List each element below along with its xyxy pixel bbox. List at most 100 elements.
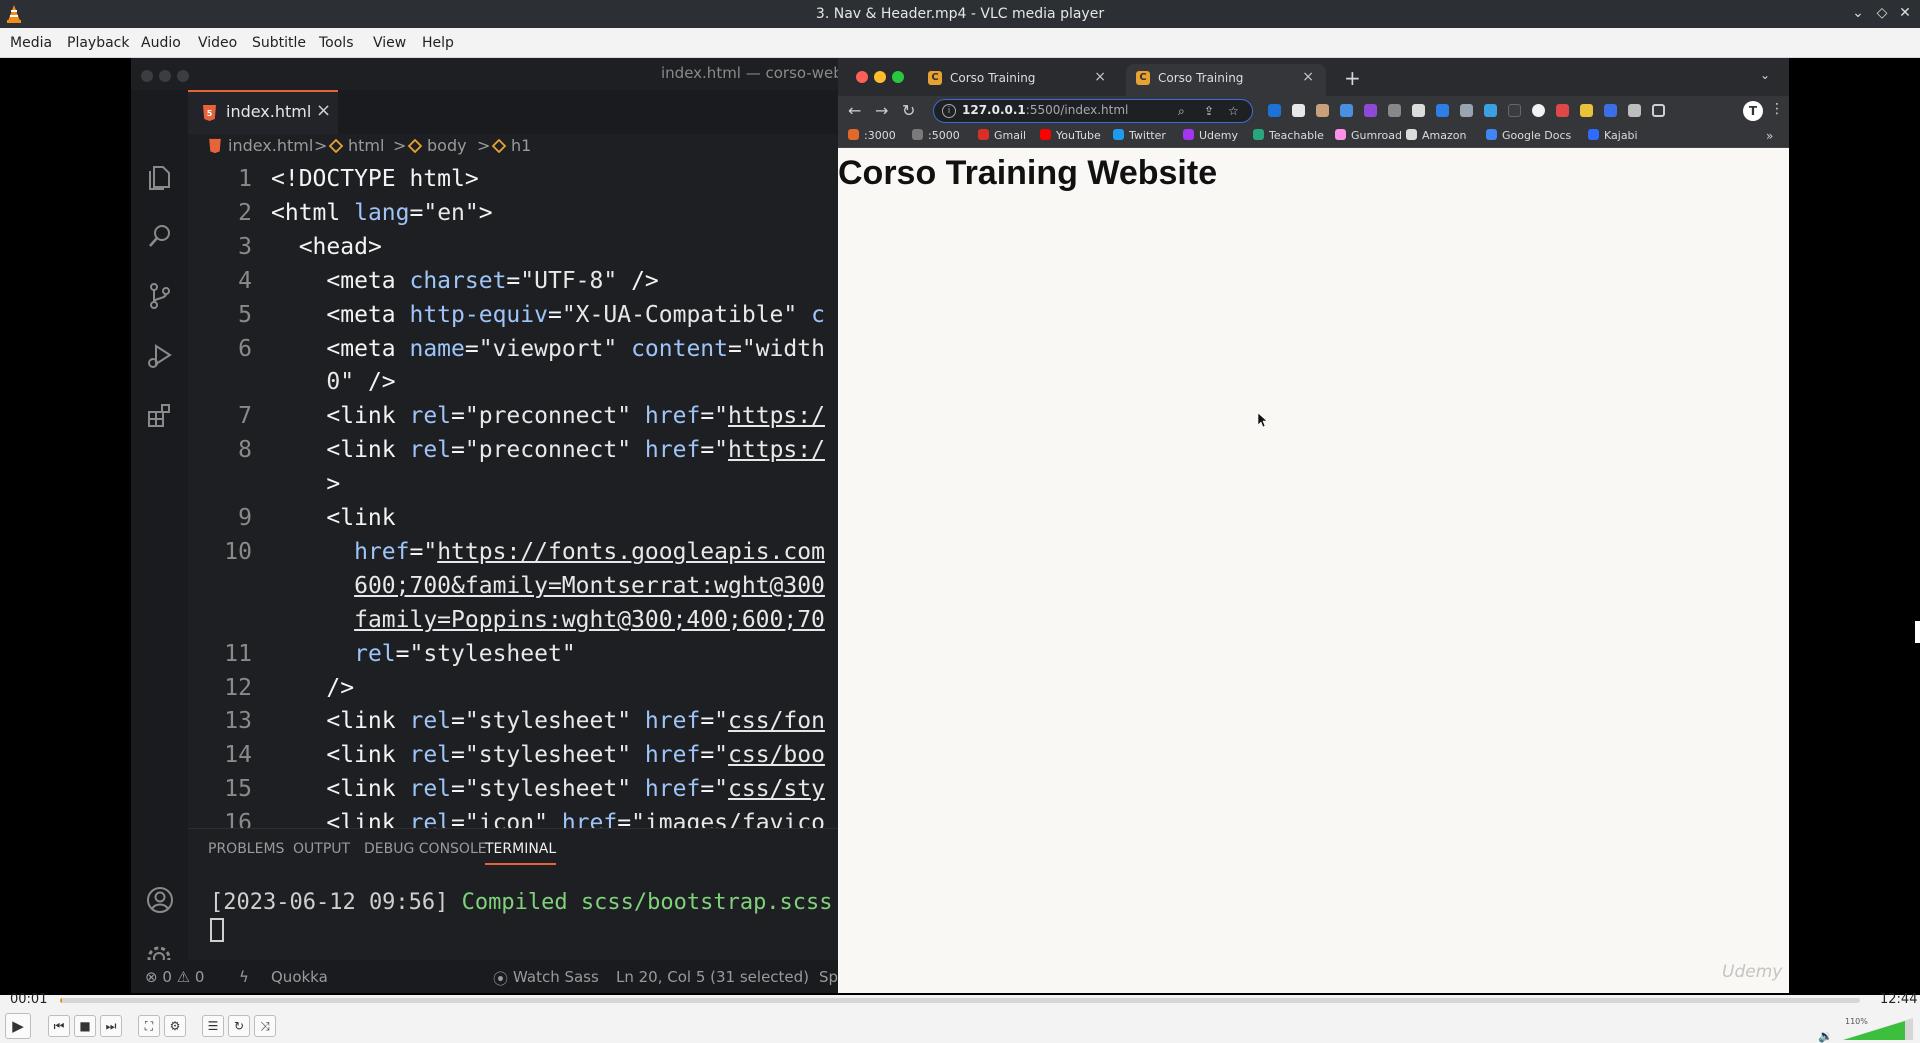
breadcrumb-html[interactable]: html: [348, 136, 384, 155]
shuffle-button[interactable]: ⤨: [254, 1015, 276, 1037]
minimize-icon[interactable]: ⌄: [1848, 3, 1868, 23]
bookmarks-overflow-icon[interactable]: »: [1766, 129, 1773, 143]
extension-icon[interactable]: [1532, 104, 1545, 117]
previous-button[interactable]: ⏮: [48, 1015, 70, 1037]
bookmark-item[interactable]: :3000: [848, 129, 896, 142]
status-cursor-position[interactable]: Ln 20, Col 5 (31 selected): [616, 968, 809, 986]
run-debug-icon[interactable]: [145, 341, 175, 371]
code-token: =: [700, 776, 715, 802]
seek-bar[interactable]: [60, 998, 1860, 1003]
tab-close-icon[interactable]: ×: [1302, 69, 1314, 85]
status-quokka[interactable]: Quokka: [271, 968, 328, 986]
speaker-icon[interactable]: 🔉: [1818, 1029, 1833, 1043]
side-panel-icon[interactable]: [1652, 104, 1665, 117]
status-watch-sass[interactable]: Watch Sass: [513, 968, 599, 986]
browser-maximize-dot[interactable]: [892, 71, 904, 83]
bookmark-item[interactable]: Twitter: [1113, 129, 1166, 142]
kebab-menu-icon[interactable]: ⋮: [1770, 101, 1784, 117]
extended-settings-button[interactable]: ⚙: [164, 1015, 186, 1037]
menu-subtitle[interactable]: Subtitle: [252, 35, 306, 51]
browser-close-dot[interactable]: [856, 71, 868, 83]
extension-icon[interactable]: [1412, 104, 1425, 117]
bookmark-item[interactable]: Teachable: [1253, 129, 1324, 142]
bookmark-item[interactable]: Amazon: [1406, 129, 1466, 142]
zoom-icon[interactable]: ⌕: [1178, 104, 1185, 119]
breadcrumb-body[interactable]: body: [427, 136, 467, 155]
menu-audio[interactable]: Audio: [141, 35, 181, 51]
close-icon[interactable]: ✕: [1895, 3, 1915, 23]
fullscreen-button[interactable]: ⛶: [138, 1015, 160, 1037]
tab-output[interactable]: OUTPUT: [293, 841, 350, 857]
extension-icon[interactable]: [1436, 104, 1449, 117]
bookmark-item[interactable]: Udemy: [1183, 129, 1238, 142]
bookmark-item[interactable]: Gmail: [978, 129, 1026, 142]
lightning-icon[interactable]: ϟ: [239, 968, 249, 986]
play-button[interactable]: ▶: [5, 1013, 31, 1039]
bookmark-item[interactable]: Gumroad: [1335, 129, 1402, 142]
source-control-icon[interactable]: [145, 281, 175, 311]
extension-icon[interactable]: [1316, 104, 1329, 117]
address-bar[interactable]: i 127.0.0.1:5500/index.html ⌕ ⇪ ☆: [933, 99, 1253, 123]
explorer-icon[interactable]: [145, 162, 175, 192]
extension-icon[interactable]: [1484, 104, 1497, 117]
menu-view[interactable]: View: [373, 35, 406, 51]
code-token: "X-UA-Compatible": [561, 302, 798, 328]
code-token: 0": [326, 369, 355, 395]
bookmark-item[interactable]: Kajabi: [1588, 129, 1638, 142]
back-arrow-icon[interactable]: ←: [848, 101, 861, 120]
bookmark-item[interactable]: YouTube: [1040, 129, 1101, 142]
tab-terminal[interactable]: TERMINAL: [485, 841, 557, 865]
menu-video[interactable]: Video: [198, 35, 237, 51]
browser-tab-active[interactable]: C Corso Training ×: [1126, 64, 1326, 96]
status-spaces[interactable]: Sp: [819, 968, 838, 986]
forward-arrow-icon[interactable]: →: [875, 101, 888, 120]
profile-avatar[interactable]: T: [1743, 101, 1763, 121]
extension-icon[interactable]: [1604, 104, 1617, 117]
bookmark-item[interactable]: Google Docs: [1486, 129, 1571, 142]
video-area[interactable]: index.html — corso-webs 5 index.html × i…: [0, 58, 1920, 995]
loop-button[interactable]: ↻: [228, 1015, 250, 1037]
code-token: <meta: [326, 336, 410, 362]
tab-search-chevron-icon[interactable]: ⌄: [1760, 68, 1770, 82]
tab-debug-console[interactable]: DEBUG CONSOLE: [364, 841, 487, 857]
extension-icon[interactable]: [1340, 104, 1353, 117]
next-button[interactable]: ⏭: [100, 1015, 122, 1037]
extension-icon[interactable]: [1268, 104, 1281, 117]
account-icon[interactable]: [145, 885, 175, 915]
browser-minimize-dot[interactable]: [874, 71, 886, 83]
tab-problems[interactable]: PROBLEMS: [208, 841, 284, 857]
playlist-button[interactable]: ☰: [202, 1015, 224, 1037]
extension-icon[interactable]: [1388, 104, 1401, 117]
extensions-icon[interactable]: [145, 401, 175, 431]
puzzle-extensions-icon[interactable]: [1628, 104, 1641, 117]
code-line: href="https://fonts.googleapis.com: [271, 539, 825, 565]
maximize-icon[interactable]: ◇: [1872, 3, 1892, 23]
share-icon[interactable]: ⇪: [1204, 104, 1214, 118]
menu-media[interactable]: Media: [10, 35, 52, 51]
reload-icon[interactable]: ↻: [902, 101, 915, 120]
breadcrumb-file[interactable]: index.html: [228, 136, 313, 155]
extension-icon[interactable]: [1460, 104, 1473, 117]
menu-tools[interactable]: Tools: [319, 35, 354, 51]
bookmark-star-icon[interactable]: ☆: [1228, 104, 1239, 118]
menu-help[interactable]: Help: [422, 35, 454, 51]
bookmark-item[interactable]: :5000: [912, 129, 960, 142]
extension-icon[interactable]: [1556, 104, 1569, 117]
status-problems[interactable]: ⊗ 0 ⚠ 0: [145, 968, 204, 986]
terminal[interactable]: [2023-06-12 09:56] Compiled scss/bootstr…: [188, 868, 838, 960]
site-info-icon[interactable]: i: [942, 104, 956, 118]
tab-close-icon[interactable]: ×: [1094, 69, 1106, 85]
new-tab-button[interactable]: +: [1344, 66, 1361, 90]
extension-icon[interactable]: [1508, 104, 1521, 117]
stop-button[interactable]: ■: [74, 1015, 96, 1037]
browser-tab[interactable]: C Corso Training ×: [918, 64, 1118, 96]
tab-index-html[interactable]: 5 index.html ×: [188, 90, 338, 134]
extension-icon[interactable]: [1364, 104, 1377, 117]
menu-playback[interactable]: Playback: [67, 35, 129, 51]
search-icon[interactable]: [145, 221, 175, 251]
extension-icon[interactable]: [1292, 104, 1305, 117]
code-editor[interactable]: 1 <!DOCTYPE html> 2 <html lang="en"> 3 <head…: [188, 158, 838, 888]
breadcrumb-h1[interactable]: h1: [511, 136, 531, 155]
tab-close-icon[interactable]: ×: [316, 100, 331, 121]
extension-icon[interactable]: [1580, 104, 1593, 117]
